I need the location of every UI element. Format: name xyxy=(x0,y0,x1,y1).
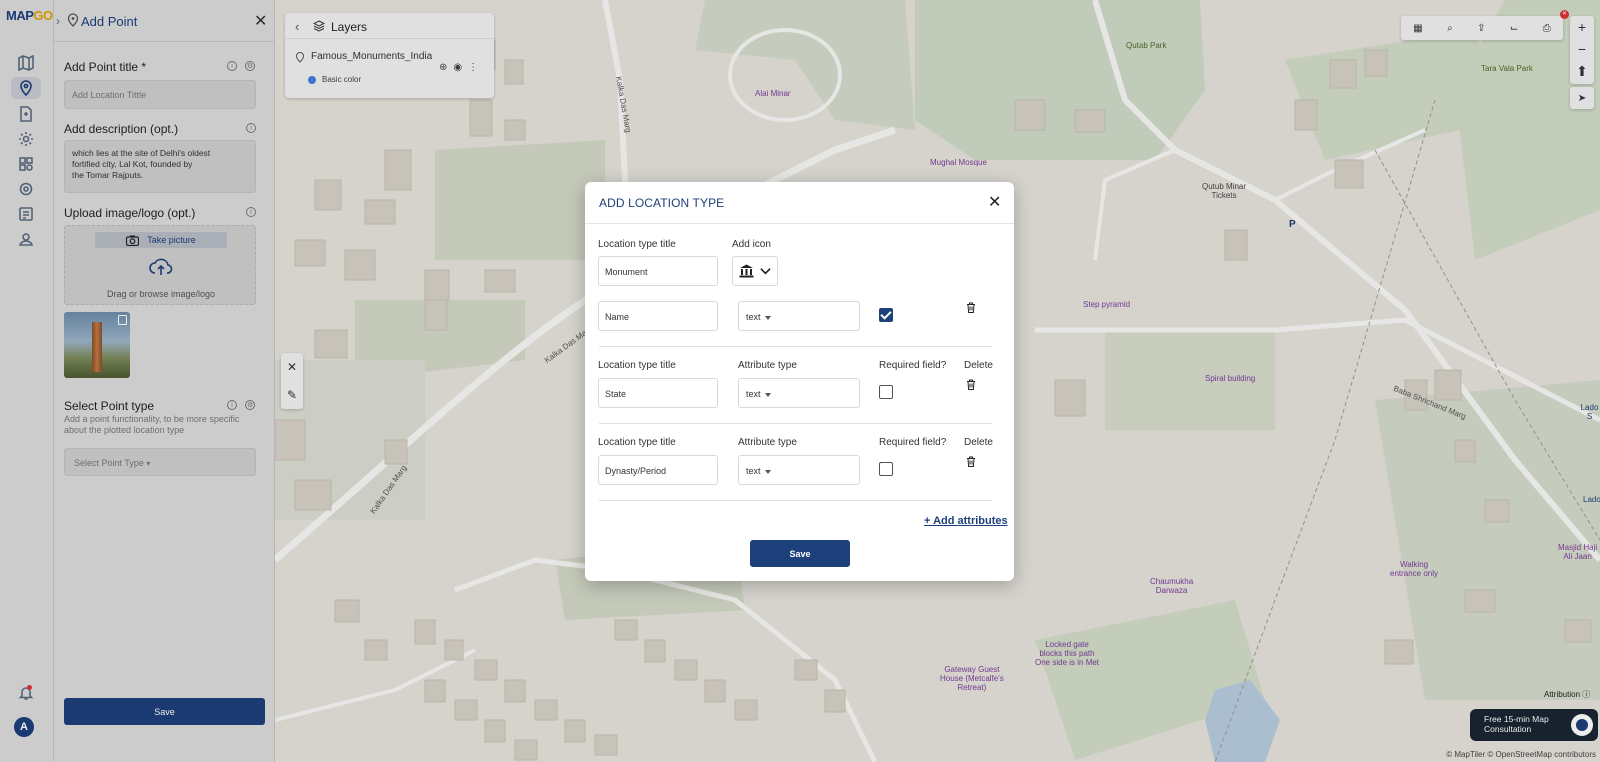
attribute-type-value: text xyxy=(746,389,761,399)
attribute-type-select[interactable]: text xyxy=(738,378,860,408)
location-type-title-label: Location type title xyxy=(598,239,676,250)
delete-label: Delete xyxy=(964,360,993,371)
attribute-name-input[interactable]: Name xyxy=(598,301,718,331)
attribute-type-label: Attribute type xyxy=(738,437,797,448)
delete-trash-icon[interactable] xyxy=(966,379,976,390)
attribute-title-label: Location type title xyxy=(598,437,676,448)
chevron-down-icon xyxy=(760,268,771,275)
required-field-label: Required field? xyxy=(879,437,947,448)
attribute-name-input[interactable]: Dynasty/Period xyxy=(598,455,718,485)
attribute-type-select[interactable]: text xyxy=(738,455,860,485)
required-checkbox[interactable] xyxy=(879,385,893,399)
dialog-header: ADD LOCATION TYPE ✕ xyxy=(585,182,1014,224)
dropdown-caret-icon xyxy=(764,469,771,474)
row-divider xyxy=(599,346,992,347)
required-checkbox[interactable] xyxy=(879,462,893,476)
add-location-type-dialog: ADD LOCATION TYPE ✕ Location type title … xyxy=(585,182,1014,581)
delete-trash-icon[interactable] xyxy=(966,456,976,467)
required-checkbox[interactable] xyxy=(879,308,893,322)
monument-icon xyxy=(739,264,754,278)
row-divider xyxy=(599,500,992,501)
attribute-type-value: text xyxy=(746,312,761,322)
delete-label: Delete xyxy=(964,437,993,448)
dialog-title: ADD LOCATION TYPE xyxy=(599,196,725,210)
location-type-title-input[interactable]: Monument xyxy=(598,256,718,286)
dialog-save-button[interactable]: Save xyxy=(750,540,850,567)
attribute-type-label: Attribute type xyxy=(738,360,797,371)
add-attributes-link[interactable]: + Add attributes xyxy=(924,515,1008,527)
dropdown-caret-icon xyxy=(764,315,771,320)
attribute-type-value: text xyxy=(746,466,761,476)
dropdown-caret-icon xyxy=(764,392,771,397)
attribute-type-select[interactable]: text xyxy=(738,301,860,331)
attribute-name-input[interactable]: State xyxy=(598,378,718,408)
icon-picker[interactable] xyxy=(732,256,778,286)
add-icon-label: Add icon xyxy=(732,239,771,250)
delete-trash-icon[interactable] xyxy=(966,302,976,313)
row-divider xyxy=(599,423,992,424)
attribute-title-label: Location type title xyxy=(598,360,676,371)
dialog-close-icon[interactable]: ✕ xyxy=(988,192,1001,212)
required-field-label: Required field? xyxy=(879,360,947,371)
